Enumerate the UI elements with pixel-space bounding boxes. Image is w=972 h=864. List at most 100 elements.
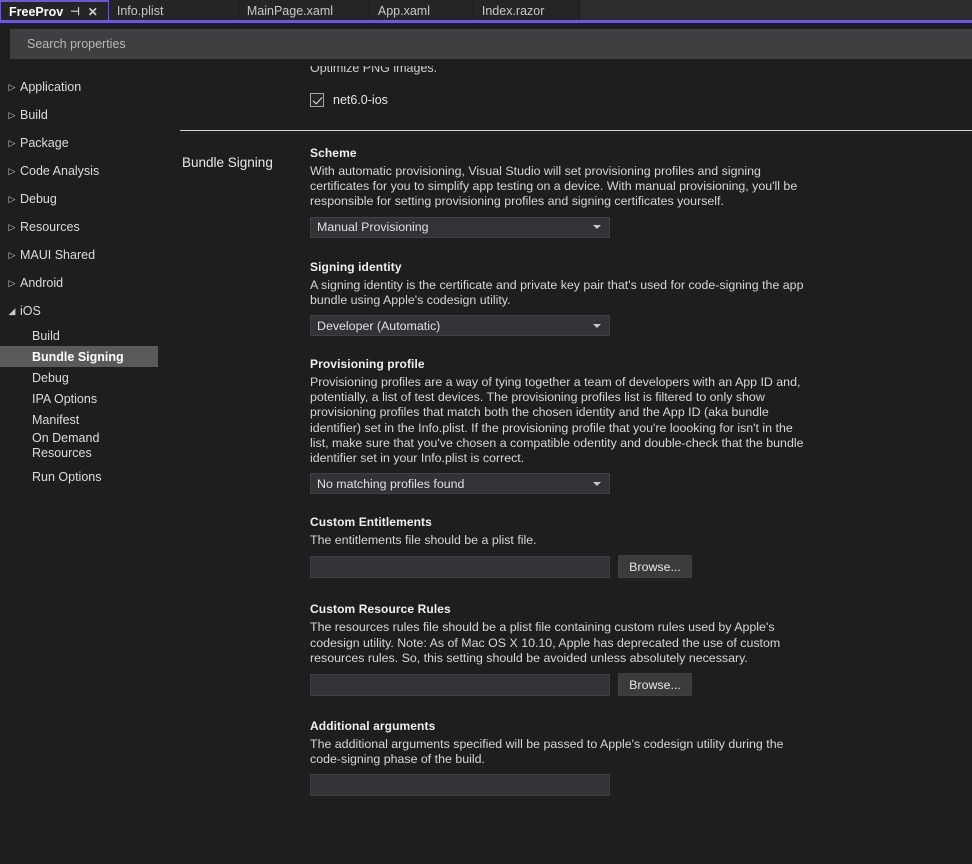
pin-icon[interactable]: ⊣ [70, 6, 80, 18]
tab-index-razor-label: Index.razor [481, 4, 545, 18]
sidebar-item-label: MAUI Shared [20, 248, 96, 262]
sidebar-item-ios[interactable]: ◢ iOS [0, 297, 180, 325]
sidebar-item-label: Manifest [32, 412, 80, 427]
tab-mainpage-xaml-label: MainPage.xaml [246, 4, 334, 18]
chevron-down-icon [593, 323, 601, 328]
field-custom-entitlements-label: Custom Entitlements [310, 515, 432, 530]
custom-resource-rules-input-row: Browse... [310, 673, 870, 697]
chevron-down-icon [593, 225, 601, 230]
sidebar-item-label: Run Options [32, 469, 102, 484]
additional-arguments-input[interactable] [310, 774, 610, 797]
field-custom-resource-rules-description: The resources rules file should be a pli… [310, 620, 781, 665]
scheme-dropdown-value: Manual Provisioning [317, 220, 429, 235]
properties-content-pane: Optimize PNG images. net6.0-ios Bundle S… [180, 66, 972, 864]
additional-arguments-input-row [310, 774, 870, 797]
field-custom-entitlements-description: The entitlements file should be a plist … [310, 533, 537, 548]
field-signing-identity: Signing identity A signing identity is t… [310, 259, 870, 337]
close-icon[interactable]: ✕ [88, 6, 98, 18]
field-signing-identity-label: Signing identity [310, 259, 402, 274]
provisioning-profile-dropdown[interactable]: No matching profiles found [310, 473, 610, 495]
chevron-down-icon [593, 481, 601, 486]
sidebar-item-label: Build [20, 108, 48, 122]
editor-tab-strip: FreeProv ⊣ ✕ Info.plist MainPage.xaml Ap… [0, 0, 972, 23]
chevron-right-icon: ▷ [8, 165, 16, 176]
field-scheme-description: With automatic provisioning, Visual Stud… [310, 164, 798, 209]
tab-freeprov[interactable]: FreeProv ⊣ ✕ [0, 0, 109, 22]
page-title: Bundle Signing [182, 155, 273, 170]
sidebar-item-label: Application [20, 80, 82, 94]
sidebar-item-ios-manifest[interactable]: Manifest [0, 409, 180, 430]
properties-body: ▷ Application ▷ Build ▷ Package ▷ Code A… [0, 66, 972, 864]
sidebar-item-resources[interactable]: ▷ Resources [0, 213, 180, 241]
sidebar-item-build[interactable]: ▷ Build [0, 101, 180, 129]
sidebar-item-ios-build[interactable]: Build [0, 325, 180, 346]
sidebar-item-ios-debug[interactable]: Debug [0, 367, 180, 388]
framework-checkbox-label: net6.0-ios [333, 93, 388, 107]
sidebar-item-label: Resources [20, 220, 80, 234]
sidebar-item-ios-on-demand-resources[interactable]: On Demand Resources [0, 430, 180, 466]
chevron-right-icon: ▷ [8, 249, 16, 260]
sidebar-item-code-analysis[interactable]: ▷ Code Analysis [0, 157, 180, 185]
custom-entitlements-input-row: Browse... [310, 555, 870, 579]
sidebar-item-label: Code Analysis [20, 164, 100, 178]
sidebar-item-label: Package [20, 136, 69, 150]
chevron-down-icon: ◢ [8, 305, 16, 316]
tab-index-razor[interactable]: Index.razor [473, 0, 580, 22]
field-additional-arguments: Additional arguments The additional argu… [310, 719, 870, 797]
clipped-optimize-png-label: Optimize PNG images. [310, 66, 438, 75]
sidebar-item-application[interactable]: ▷ Application [0, 73, 180, 101]
signing-identity-dropdown-value: Developer (Automatic) [317, 318, 441, 333]
chevron-right-icon: ▷ [8, 221, 16, 232]
custom-resource-rules-browse-button[interactable]: Browse... [618, 673, 692, 697]
field-custom-entitlements: Custom Entitlements The entitlements fil… [310, 515, 870, 579]
tab-app-xaml-label: App.xaml [377, 4, 430, 18]
chevron-right-icon: ▷ [8, 137, 16, 148]
sidebar-item-ios-ipa-options[interactable]: IPA Options [0, 388, 180, 409]
field-column: Scheme With automatic provisioning, Visu… [310, 146, 870, 797]
section-divider [180, 130, 972, 131]
sidebar-item-label: Debug [20, 192, 57, 206]
field-provisioning-profile: Provisioning profile Provisioning profil… [310, 357, 870, 495]
sidebar-item-label: IPA Options [32, 391, 98, 406]
sidebar-item-ios-bundle-signing[interactable]: Bundle Signing [0, 346, 158, 367]
signing-identity-dropdown[interactable]: Developer (Automatic) [310, 315, 610, 337]
custom-entitlements-input[interactable] [310, 555, 610, 578]
search-bar-row [0, 22, 972, 66]
chevron-right-icon: ▷ [8, 277, 16, 288]
framework-checkbox-row[interactable]: net6.0-ios [310, 93, 388, 107]
tab-app-xaml[interactable]: App.xaml [369, 0, 474, 22]
sidebar-item-package[interactable]: ▷ Package [0, 129, 180, 157]
tab-strip-accent-line [0, 20, 972, 23]
custom-resource-rules-input[interactable] [310, 673, 610, 696]
sidebar-item-label: On Demand Resources [32, 431, 100, 460]
tab-info-plist-label: Info.plist [116, 4, 164, 18]
sidebar-item-label: Build [32, 328, 60, 343]
checkmark-icon[interactable] [310, 93, 324, 107]
tab-info-plist[interactable]: Info.plist [108, 0, 239, 22]
search-input[interactable] [10, 29, 972, 59]
chevron-right-icon: ▷ [8, 193, 16, 204]
chevron-right-icon: ▷ [8, 81, 16, 92]
sidebar-item-ios-run-options[interactable]: Run Options [0, 466, 180, 487]
tab-freeprov-label: FreeProv [9, 5, 64, 19]
field-provisioning-profile-label: Provisioning profile [310, 357, 425, 372]
field-custom-resource-rules: Custom Resource Rules The resources rule… [310, 602, 870, 697]
chevron-right-icon: ▷ [8, 109, 16, 120]
scheme-dropdown[interactable]: Manual Provisioning [310, 216, 610, 238]
field-provisioning-profile-description: Provisioning profiles are a way of tying… [310, 375, 804, 466]
field-scheme-label: Scheme [310, 146, 357, 160]
field-additional-arguments-label: Additional arguments [310, 719, 436, 734]
sidebar-item-label: iOS [20, 304, 41, 318]
field-additional-arguments-description: The additional arguments specified will … [310, 737, 784, 767]
sidebar-item-debug[interactable]: ▷ Debug [0, 185, 180, 213]
custom-entitlements-browse-button[interactable]: Browse... [618, 555, 692, 579]
field-custom-resource-rules-label: Custom Resource Rules [310, 602, 451, 617]
field-scheme: Scheme With automatic provisioning, Visu… [310, 146, 870, 238]
field-signing-identity-description: A signing identity is the certificate an… [310, 277, 804, 307]
provisioning-profile-dropdown-value: No matching profiles found [317, 476, 465, 491]
tab-mainpage-xaml[interactable]: MainPage.xaml [238, 0, 370, 22]
sidebar-item-maui-shared[interactable]: ▷ MAUI Shared [0, 241, 180, 269]
sidebar-item-label: Debug [32, 370, 69, 385]
sidebar-item-android[interactable]: ▷ Android [0, 269, 180, 297]
sidebar-item-label: Android [20, 276, 64, 290]
